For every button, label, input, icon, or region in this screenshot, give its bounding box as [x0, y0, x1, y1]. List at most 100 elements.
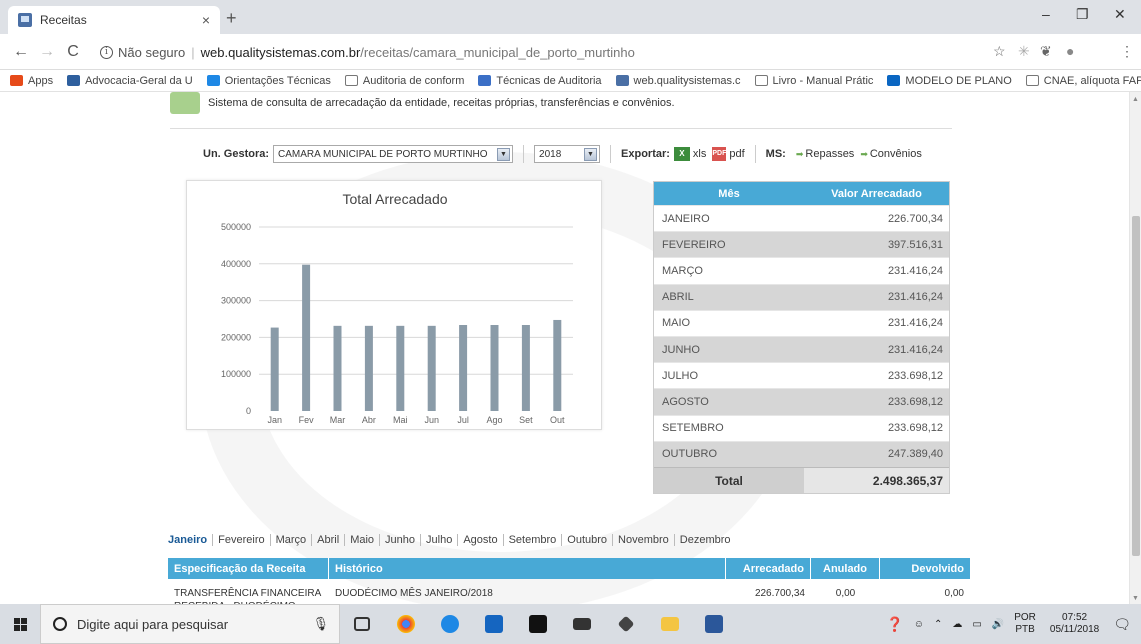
tab-outubro[interactable]: Outubro	[561, 534, 612, 546]
tab-junho[interactable]: Junho	[379, 534, 420, 546]
network-icon[interactable]: ☁	[952, 619, 962, 630]
notifications-icon[interactable]: 🗨	[1113, 616, 1131, 633]
export-xls-link[interactable]: xls	[693, 148, 706, 160]
back-button[interactable]: ←	[8, 43, 34, 61]
tab-julho[interactable]: Julho	[420, 534, 457, 546]
system-tray: ❓ ☺ ⌃ ☁ ▭ 🔊 POR PTB 07:52 05/11/2018 🗨	[886, 604, 1141, 644]
reload-button[interactable]: C	[60, 43, 86, 61]
forward-button[interactable]: →	[34, 43, 60, 61]
bookmark-item[interactable]: Apps	[10, 75, 53, 87]
minimize-button[interactable]: –	[1042, 6, 1050, 22]
value-cell: 233.698,12	[804, 389, 949, 415]
scroll-down-icon[interactable]: ▼	[1132, 595, 1139, 602]
table-row: TRANSFERÊNCIA FINANCEIRA RECEBIDA - DUOD…	[168, 579, 970, 604]
table-row: MARÇO 231.416,24	[654, 257, 949, 283]
clock[interactable]: 07:52 05/11/2018	[1050, 612, 1099, 636]
unit-select[interactable]: CAMARA MUNICIPAL DE PORTO MURTINHO ▼	[273, 145, 514, 163]
chart-bar[interactable]	[521, 324, 530, 411]
value-cell: 231.416,24	[804, 284, 949, 310]
tab-dezembro[interactable]: Dezembro	[673, 534, 736, 546]
taskbar-app-store[interactable]	[472, 604, 516, 644]
bookmark-item[interactable]: Advocacia-Geral da U	[67, 75, 193, 87]
taskbar-search-input[interactable]: Digite aqui para pesquisar 🎙	[40, 604, 340, 644]
devolvido-cell: 0,00	[944, 588, 964, 599]
pdf-icon[interactable]: PDF	[712, 147, 727, 161]
tab-janeiro[interactable]: Janeiro	[168, 534, 212, 546]
microphone-icon[interactable]: 🎙	[312, 616, 329, 632]
taskbar-app-chrome[interactable]	[384, 604, 428, 644]
tab-fevereiro[interactable]: Fevereiro	[212, 534, 269, 546]
globe-icon	[206, 75, 220, 86]
people-icon[interactable]: ☺	[914, 619, 924, 630]
bookmark-item[interactable]: web.qualitysistemas.c	[615, 75, 741, 87]
taskbar-app-netflix[interactable]	[516, 604, 560, 644]
windows-start-button[interactable]	[0, 604, 40, 644]
export-pdf-link[interactable]: pdf	[729, 148, 744, 160]
new-tab-button[interactable]: +	[226, 8, 237, 29]
help-icon[interactable]: ❓	[886, 616, 903, 633]
chart-bar[interactable]	[459, 324, 468, 411]
show-hidden-icon[interactable]: ⌃	[934, 619, 942, 630]
tab-setembro[interactable]: Setembro	[502, 534, 562, 546]
extension2-icon[interactable]: ❦	[1040, 43, 1052, 60]
task-view-button[interactable]	[340, 604, 384, 644]
month-cell: JUNHO	[654, 336, 804, 363]
close-window-button[interactable]: ✕	[1114, 6, 1126, 23]
page-scrollbar[interactable]: ▲ ▼	[1129, 92, 1141, 604]
total-value: 2.498.365,37	[804, 467, 949, 493]
star-icon[interactable]: ☆	[993, 43, 1006, 60]
total-row: Total 2.498.365,37	[654, 466, 949, 493]
chevron-down-icon[interactable]: ▼	[497, 147, 511, 161]
chart-bar[interactable]	[427, 325, 436, 411]
battery-icon[interactable]: ▭	[972, 619, 981, 630]
excel-icon[interactable]: X	[673, 147, 690, 161]
value-cell: 226.700,34	[887, 212, 943, 225]
language-indicator[interactable]: POR PTB	[1014, 612, 1036, 636]
taskbar-app-dropbox[interactable]	[604, 604, 648, 644]
restore-button[interactable]: ❐	[1076, 6, 1089, 23]
chart-bar[interactable]	[364, 325, 373, 411]
address-bar[interactable]: i Não seguro | web.qualitysistemas.com.b…	[100, 40, 960, 64]
tab-close-icon[interactable]: ×	[202, 12, 210, 28]
col-value-header: Valor Arrecadado	[831, 187, 922, 200]
bookmark-item[interactable]: Orientações Técnicas	[206, 75, 331, 87]
tab-maio[interactable]: Maio	[344, 534, 379, 546]
bookmark-item[interactable]: Auditoria de conform	[344, 75, 464, 87]
page-icon	[1025, 75, 1039, 86]
tab-agosto[interactable]: Agosto	[457, 534, 502, 546]
profile-avatar-icon[interactable]: ●	[1066, 43, 1074, 59]
taskbar-app-edge[interactable]	[428, 604, 472, 644]
taskbar-app-word[interactable]	[692, 604, 736, 644]
scroll-up-icon[interactable]: ▲	[1132, 96, 1139, 103]
chart-bar[interactable]	[396, 325, 405, 411]
bookmark-item[interactable]: MODELO DE PLANO	[887, 75, 1012, 87]
tab-março[interactable]: Março	[269, 534, 312, 546]
taskbar-app-explorer[interactable]	[648, 604, 692, 644]
bookmark-item[interactable]: CNAE, alíquota FAP e	[1025, 75, 1141, 87]
x-tick-label: Fev	[299, 415, 315, 425]
chevron-down-icon[interactable]: ▼	[584, 147, 598, 161]
year-select[interactable]: 2018 ▼	[534, 145, 601, 163]
tab-novembro[interactable]: Novembro	[612, 534, 674, 546]
y-tick-label: 200000	[221, 332, 251, 342]
chart-bar[interactable]	[302, 264, 311, 411]
tab-abril[interactable]: Abril	[311, 534, 344, 546]
convenios-link[interactable]: Convênios	[870, 148, 922, 160]
chart-bar[interactable]	[553, 319, 562, 411]
chart-bar[interactable]	[270, 327, 279, 411]
tab-receitas[interactable]: Receitas ×	[8, 6, 220, 34]
menu-kebab-icon[interactable]: ⋮	[1120, 43, 1134, 60]
info-icon[interactable]: i	[100, 45, 113, 59]
col-devolvido-header: Devolvido	[911, 562, 964, 575]
taskbar-app-mail[interactable]	[560, 604, 604, 644]
scroll-thumb[interactable]	[1132, 216, 1140, 556]
volume-icon[interactable]: 🔊	[992, 619, 1004, 630]
repasses-link[interactable]: Repasses	[805, 148, 854, 160]
bookmark-item[interactable]: Técnicas de Auditoria	[478, 75, 602, 87]
extension-icon[interactable]: ✳	[1018, 43, 1030, 60]
chart-bar[interactable]	[490, 324, 499, 411]
value-cell: 397.516,31	[804, 232, 949, 258]
chart-bar[interactable]	[333, 325, 342, 411]
table-row: JULHO 233.698,12	[654, 362, 949, 388]
bookmark-item[interactable]: Livro - Manual Prátic	[754, 75, 873, 87]
